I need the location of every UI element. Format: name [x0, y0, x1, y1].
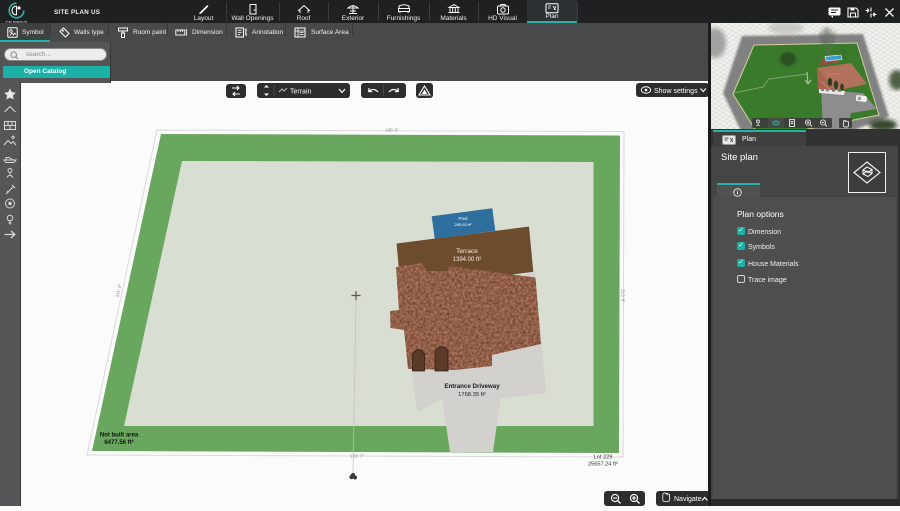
svg-text:Terrain: Terrain — [290, 88, 312, 95]
svg-text:Pool: Pool — [458, 216, 467, 221]
svg-text:220' 7": 220' 7" — [350, 454, 364, 459]
svg-text:Entrance Driveway: Entrance Driveway — [444, 383, 500, 390]
svg-text:1768.35 ft²: 1768.35 ft² — [458, 392, 486, 398]
svg-text:Not built area: Not built area — [100, 433, 139, 439]
svg-text:Navigate: Navigate — [674, 496, 702, 503]
svg-text:1394.00 ft²: 1394.00 ft² — [453, 257, 482, 263]
svg-text:25657.24 ft²: 25657.24 ft² — [588, 462, 618, 468]
svg-text:265.63 ft²: 265.63 ft² — [455, 222, 473, 227]
svg-text:6477.56 ft²: 6477.56 ft² — [104, 439, 133, 446]
svg-text:186' 6": 186' 6" — [385, 128, 399, 133]
svg-text:Terrace: Terrace — [456, 248, 478, 255]
svg-text:213' 8": 213' 8" — [621, 289, 626, 303]
svg-text:Show settings: Show settings — [654, 88, 698, 95]
svg-text:Lot 229: Lot 229 — [594, 455, 613, 461]
